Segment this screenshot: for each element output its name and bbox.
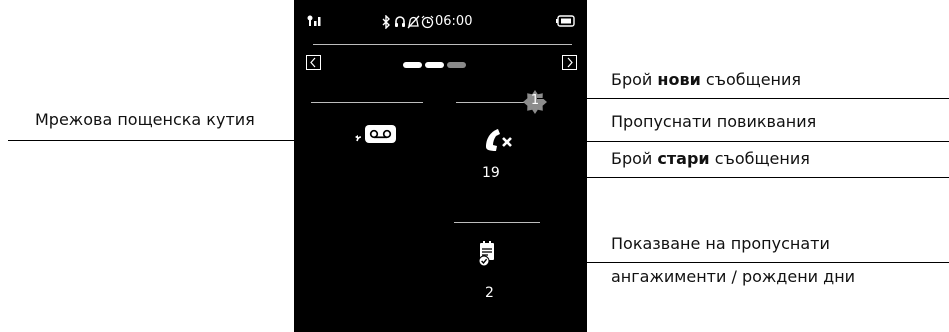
page-dot-3 bbox=[447, 62, 466, 68]
label-old-messages-prefix: Брой bbox=[611, 149, 658, 168]
nav-left-button[interactable] bbox=[306, 55, 321, 70]
signal-icon bbox=[307, 15, 323, 33]
label-old-messages-suffix: съобщения bbox=[709, 149, 810, 168]
label-old-messages-bold: стари bbox=[657, 149, 710, 168]
mailbox-widget-divider bbox=[311, 102, 423, 103]
label-new-messages-suffix: съобщения bbox=[700, 70, 802, 89]
missed-appointments-widget[interactable] bbox=[477, 241, 499, 267]
bluetooth-icon bbox=[381, 15, 391, 33]
missed-calls-widget[interactable] bbox=[482, 126, 520, 154]
chevron-left-icon bbox=[310, 57, 316, 68]
appointment-icon bbox=[478, 241, 494, 267]
network-mailbox-icon bbox=[355, 125, 396, 143]
missed-appointments-count: 2 bbox=[485, 285, 494, 301]
new-messages-count: 1 bbox=[530, 93, 540, 108]
chevron-right-icon bbox=[567, 57, 573, 68]
label-new-messages-prefix: Брой bbox=[611, 70, 658, 89]
callout-line-network-mailbox bbox=[8, 140, 339, 141]
battery-icon bbox=[556, 15, 576, 33]
ringer-off-icon bbox=[407, 15, 420, 33]
label-new-messages: Брой нови съобщения bbox=[611, 70, 801, 89]
old-messages-count: 19 bbox=[482, 165, 500, 181]
alarm-clock-icon-visible bbox=[421, 15, 434, 33]
appointments-widget-divider bbox=[454, 222, 540, 223]
missed-call-icon bbox=[486, 129, 512, 151]
page-dot-1 bbox=[403, 62, 422, 68]
headset-icon bbox=[394, 15, 406, 33]
callout-line-old-messages bbox=[509, 177, 949, 178]
handset-display: 06:00 1 19 2 bbox=[294, 0, 587, 332]
callout-line-new-messages bbox=[537, 98, 949, 99]
network-mailbox-widget[interactable] bbox=[352, 123, 400, 151]
nav-right-button[interactable] bbox=[562, 55, 577, 70]
callout-line-missed-appointments bbox=[524, 262, 949, 263]
status-divider bbox=[313, 44, 572, 45]
clock-time: 06:00 bbox=[435, 14, 473, 29]
label-network-mailbox: Мрежова пощенска кутия bbox=[35, 110, 255, 129]
label-missed-calls: Пропуснати повиквания bbox=[611, 112, 817, 131]
label-missed-appointments-line1: Показване на пропуснати bbox=[611, 234, 830, 253]
label-old-messages: Брой стари съобщения bbox=[611, 149, 810, 168]
page-dot-2 bbox=[425, 62, 444, 68]
callout-line-missed-calls bbox=[529, 141, 949, 142]
label-missed-appointments-line2: ангажименти / рождени дни bbox=[611, 267, 856, 286]
label-new-messages-bold: нови bbox=[657, 70, 701, 89]
